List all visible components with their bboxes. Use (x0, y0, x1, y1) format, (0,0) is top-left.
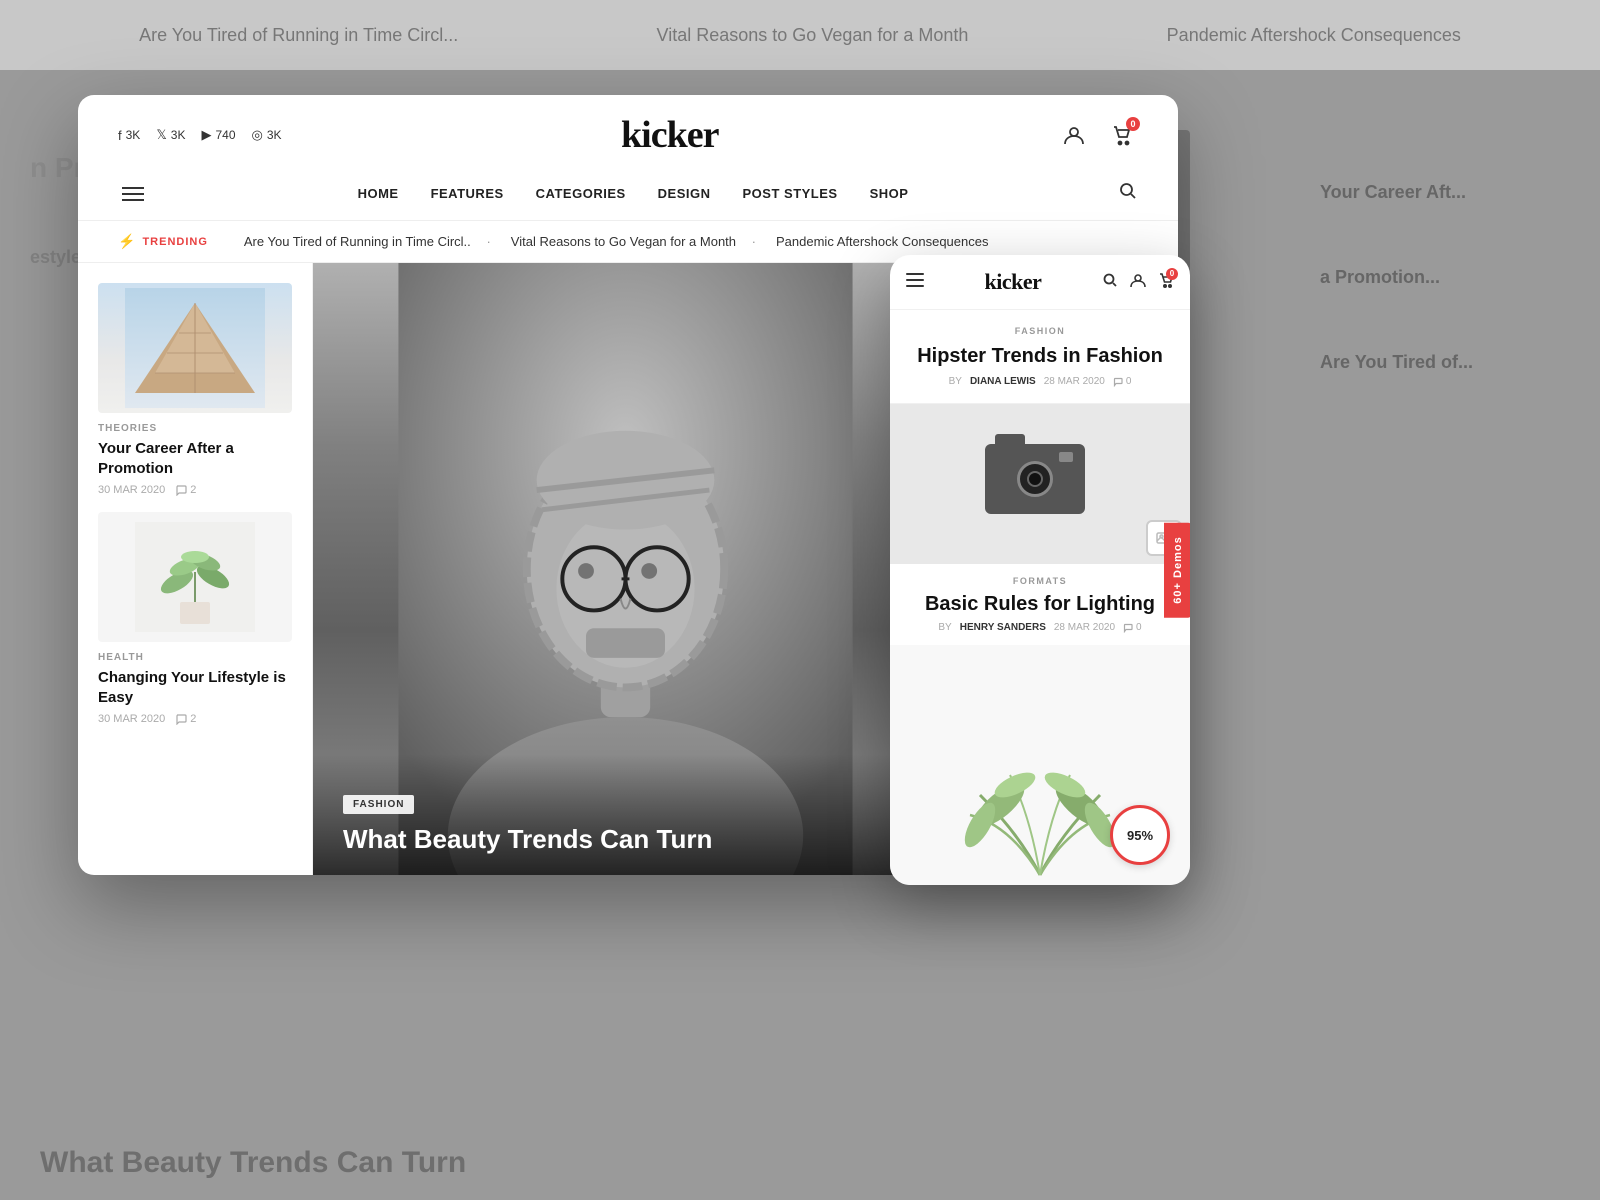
center-article[interactable]: FASHION What Beauty Trends Can Turn (313, 263, 938, 875)
trending-item-2[interactable]: Vital Reasons to Go Vegan for a Month (491, 234, 756, 249)
bg-top-bar: Are You Tired of Running in Time Circl..… (0, 0, 1600, 70)
mobile-user-button[interactable] (1130, 272, 1146, 293)
cart-badge: 0 (1126, 117, 1140, 131)
center-article-title: What Beauty Trends Can Turn (343, 824, 908, 855)
mobile-top-by: BY (949, 376, 962, 387)
mobile-formats-article[interactable]: FORMATS Basic Rules for Lighting BY HENR… (890, 564, 1190, 645)
nav-features[interactable]: FEATURES (431, 186, 504, 201)
camera-top (995, 434, 1025, 446)
bg-trending-1: Are You Tired of Running in Time Circl..… (139, 25, 458, 46)
mobile-formats-meta: BY HENRY SANDERS 28 MAR 2020 0 (906, 622, 1174, 633)
bg-trending-3: Pandemic Aftershock Consequences (1167, 25, 1461, 46)
plant-img (98, 512, 292, 642)
social-links: f 3K 𝕏 3K ▶ 740 ◎ 3K (118, 127, 282, 143)
card-lifestyle-image (98, 512, 292, 642)
camera-body (985, 444, 1085, 514)
nav-design[interactable]: DESIGN (658, 186, 711, 201)
card-career-category: THEORIES (98, 423, 292, 434)
card-career-date: 30 MAR 2020 (98, 484, 165, 496)
twitter-icon: 𝕏 (156, 127, 166, 143)
mobile-formats-date: 28 MAR 2020 (1054, 622, 1115, 633)
card-career[interactable]: THEORIES Your Career After a Promotion 3… (98, 283, 292, 496)
card-career-image (98, 283, 292, 413)
mobile-top-meta: BY DIANA LEWIS 28 MAR 2020 0 (906, 376, 1174, 387)
card-career-title: Your Career After a Promotion (98, 439, 292, 478)
card-lifestyle-title: Changing Your Lifestyle is Easy (98, 668, 292, 707)
trending-item-3[interactable]: Pandemic Aftershock Consequences (756, 234, 1008, 249)
mobile-top-author: DIANA LEWIS (970, 376, 1036, 387)
mobile-header-icons: 0 (1102, 272, 1174, 293)
card-career-meta: 30 MAR 2020 2 (98, 484, 292, 496)
mobile-formats-comments: 0 (1123, 622, 1142, 633)
trending-bolt-icon: ⚡ (118, 233, 136, 250)
mobile-formats-author: HENRY SANDERS (960, 622, 1046, 633)
mobile-formats-by: BY (938, 622, 951, 633)
user-icon-button[interactable] (1058, 119, 1090, 151)
mobile-top-article[interactable]: FASHION Hipster Trends in Fashion BY DIA… (890, 310, 1190, 404)
nav-home[interactable]: HOME (358, 186, 399, 201)
trending-items: Are You Tired of Running in Time Circl..… (224, 234, 1009, 249)
bg-trending-2: Vital Reasons to Go Vegan for a Month (657, 25, 969, 46)
mobile-formats-category: FORMATS (906, 576, 1174, 586)
youtube-icon: ▶ (201, 127, 211, 143)
center-category-badge: FASHION (343, 795, 414, 814)
trending-label: ⚡ TRENDING (118, 233, 208, 250)
left-cards: THEORIES Your Career After a Promotion 3… (78, 263, 313, 875)
trending-item-1[interactable]: Are You Tired of Running in Time Circl.. (224, 234, 491, 249)
nav-links: HOME FEATURES CATEGORIES DESIGN POST STY… (188, 186, 1078, 201)
progress-circle: 95% (1110, 805, 1170, 865)
camera-flash (1059, 452, 1073, 462)
mobile-search-button[interactable] (1102, 272, 1118, 293)
mobile-plant-image: 95% (890, 645, 1190, 885)
mobile-hamburger[interactable] (906, 273, 924, 292)
instagram-count: 3K (267, 128, 282, 142)
building-img (98, 283, 292, 413)
demos-tab[interactable]: 60+ Demos (1164, 522, 1190, 617)
facebook-icon: f (118, 128, 122, 143)
mobile-content: FASHION Hipster Trends in Fashion BY DIA… (890, 310, 1190, 885)
mobile-formats-title: Basic Rules for Lighting (906, 592, 1174, 616)
mobile-top-category: FASHION (906, 326, 1174, 336)
mobile-window: kicker 0 (890, 255, 1190, 885)
social-youtube[interactable]: ▶ 740 (201, 127, 235, 143)
mobile-camera-image (890, 404, 1190, 564)
instagram-icon: ◎ (252, 127, 263, 143)
card-career-comments: 2 (175, 484, 196, 496)
card-lifestyle-meta: 30 MAR 2020 2 (98, 713, 292, 725)
nav-post-styles[interactable]: POST STYLES (743, 186, 838, 201)
social-twitter[interactable]: 𝕏 3K (156, 127, 185, 143)
card-lifestyle-category: HEALTH (98, 652, 292, 663)
center-overlay: FASHION What Beauty Trends Can Turn (313, 754, 938, 875)
social-facebook[interactable]: f 3K (118, 128, 140, 143)
camera-lens (1017, 461, 1053, 497)
card-lifestyle-comments: 2 (175, 713, 196, 725)
nav-shop[interactable]: SHOP (870, 186, 909, 201)
camera-lens-inner (1027, 471, 1043, 487)
hamburger-menu[interactable] (118, 183, 148, 205)
site-logo[interactable]: kicker (621, 113, 718, 157)
search-button[interactable] (1118, 181, 1138, 206)
nav-categories[interactable]: CATEGORIES (536, 186, 626, 201)
twitter-count: 3K (171, 128, 186, 142)
mobile-top-date: 28 MAR 2020 (1044, 376, 1105, 387)
cart-icon-button[interactable]: 0 (1106, 119, 1138, 151)
header-top: f 3K 𝕏 3K ▶ 740 ◎ 3K kicker (118, 95, 1138, 167)
mobile-header: kicker 0 (890, 255, 1190, 310)
mobile-top-title: Hipster Trends in Fashion (906, 344, 1174, 368)
mobile-logo[interactable]: kicker (985, 269, 1042, 295)
site-nav: HOME FEATURES CATEGORIES DESIGN POST STY… (118, 167, 1138, 220)
mobile-cart-badge: 0 (1166, 268, 1178, 280)
center-article-image: FASHION What Beauty Trends Can Turn (313, 263, 938, 875)
card-lifestyle[interactable]: HEALTH Changing Your Lifestyle is Easy 3… (98, 512, 292, 725)
social-instagram[interactable]: ◎ 3K (252, 127, 282, 143)
bg-right: Your Career Aft... a Promotion... Are Yo… (1300, 70, 1600, 1126)
mobile-cart-button[interactable]: 0 (1158, 272, 1174, 293)
youtube-count: 740 (215, 128, 235, 142)
bg-bottom: What Beauty Trends Can Turn (0, 1126, 1600, 1200)
site-header: f 3K 𝕏 3K ▶ 740 ◎ 3K kicker (78, 95, 1178, 221)
card-lifestyle-date: 30 MAR 2020 (98, 713, 165, 725)
mobile-top-comments: 0 (1113, 376, 1132, 387)
facebook-count: 3K (126, 128, 141, 142)
header-actions: 0 (1058, 119, 1138, 151)
